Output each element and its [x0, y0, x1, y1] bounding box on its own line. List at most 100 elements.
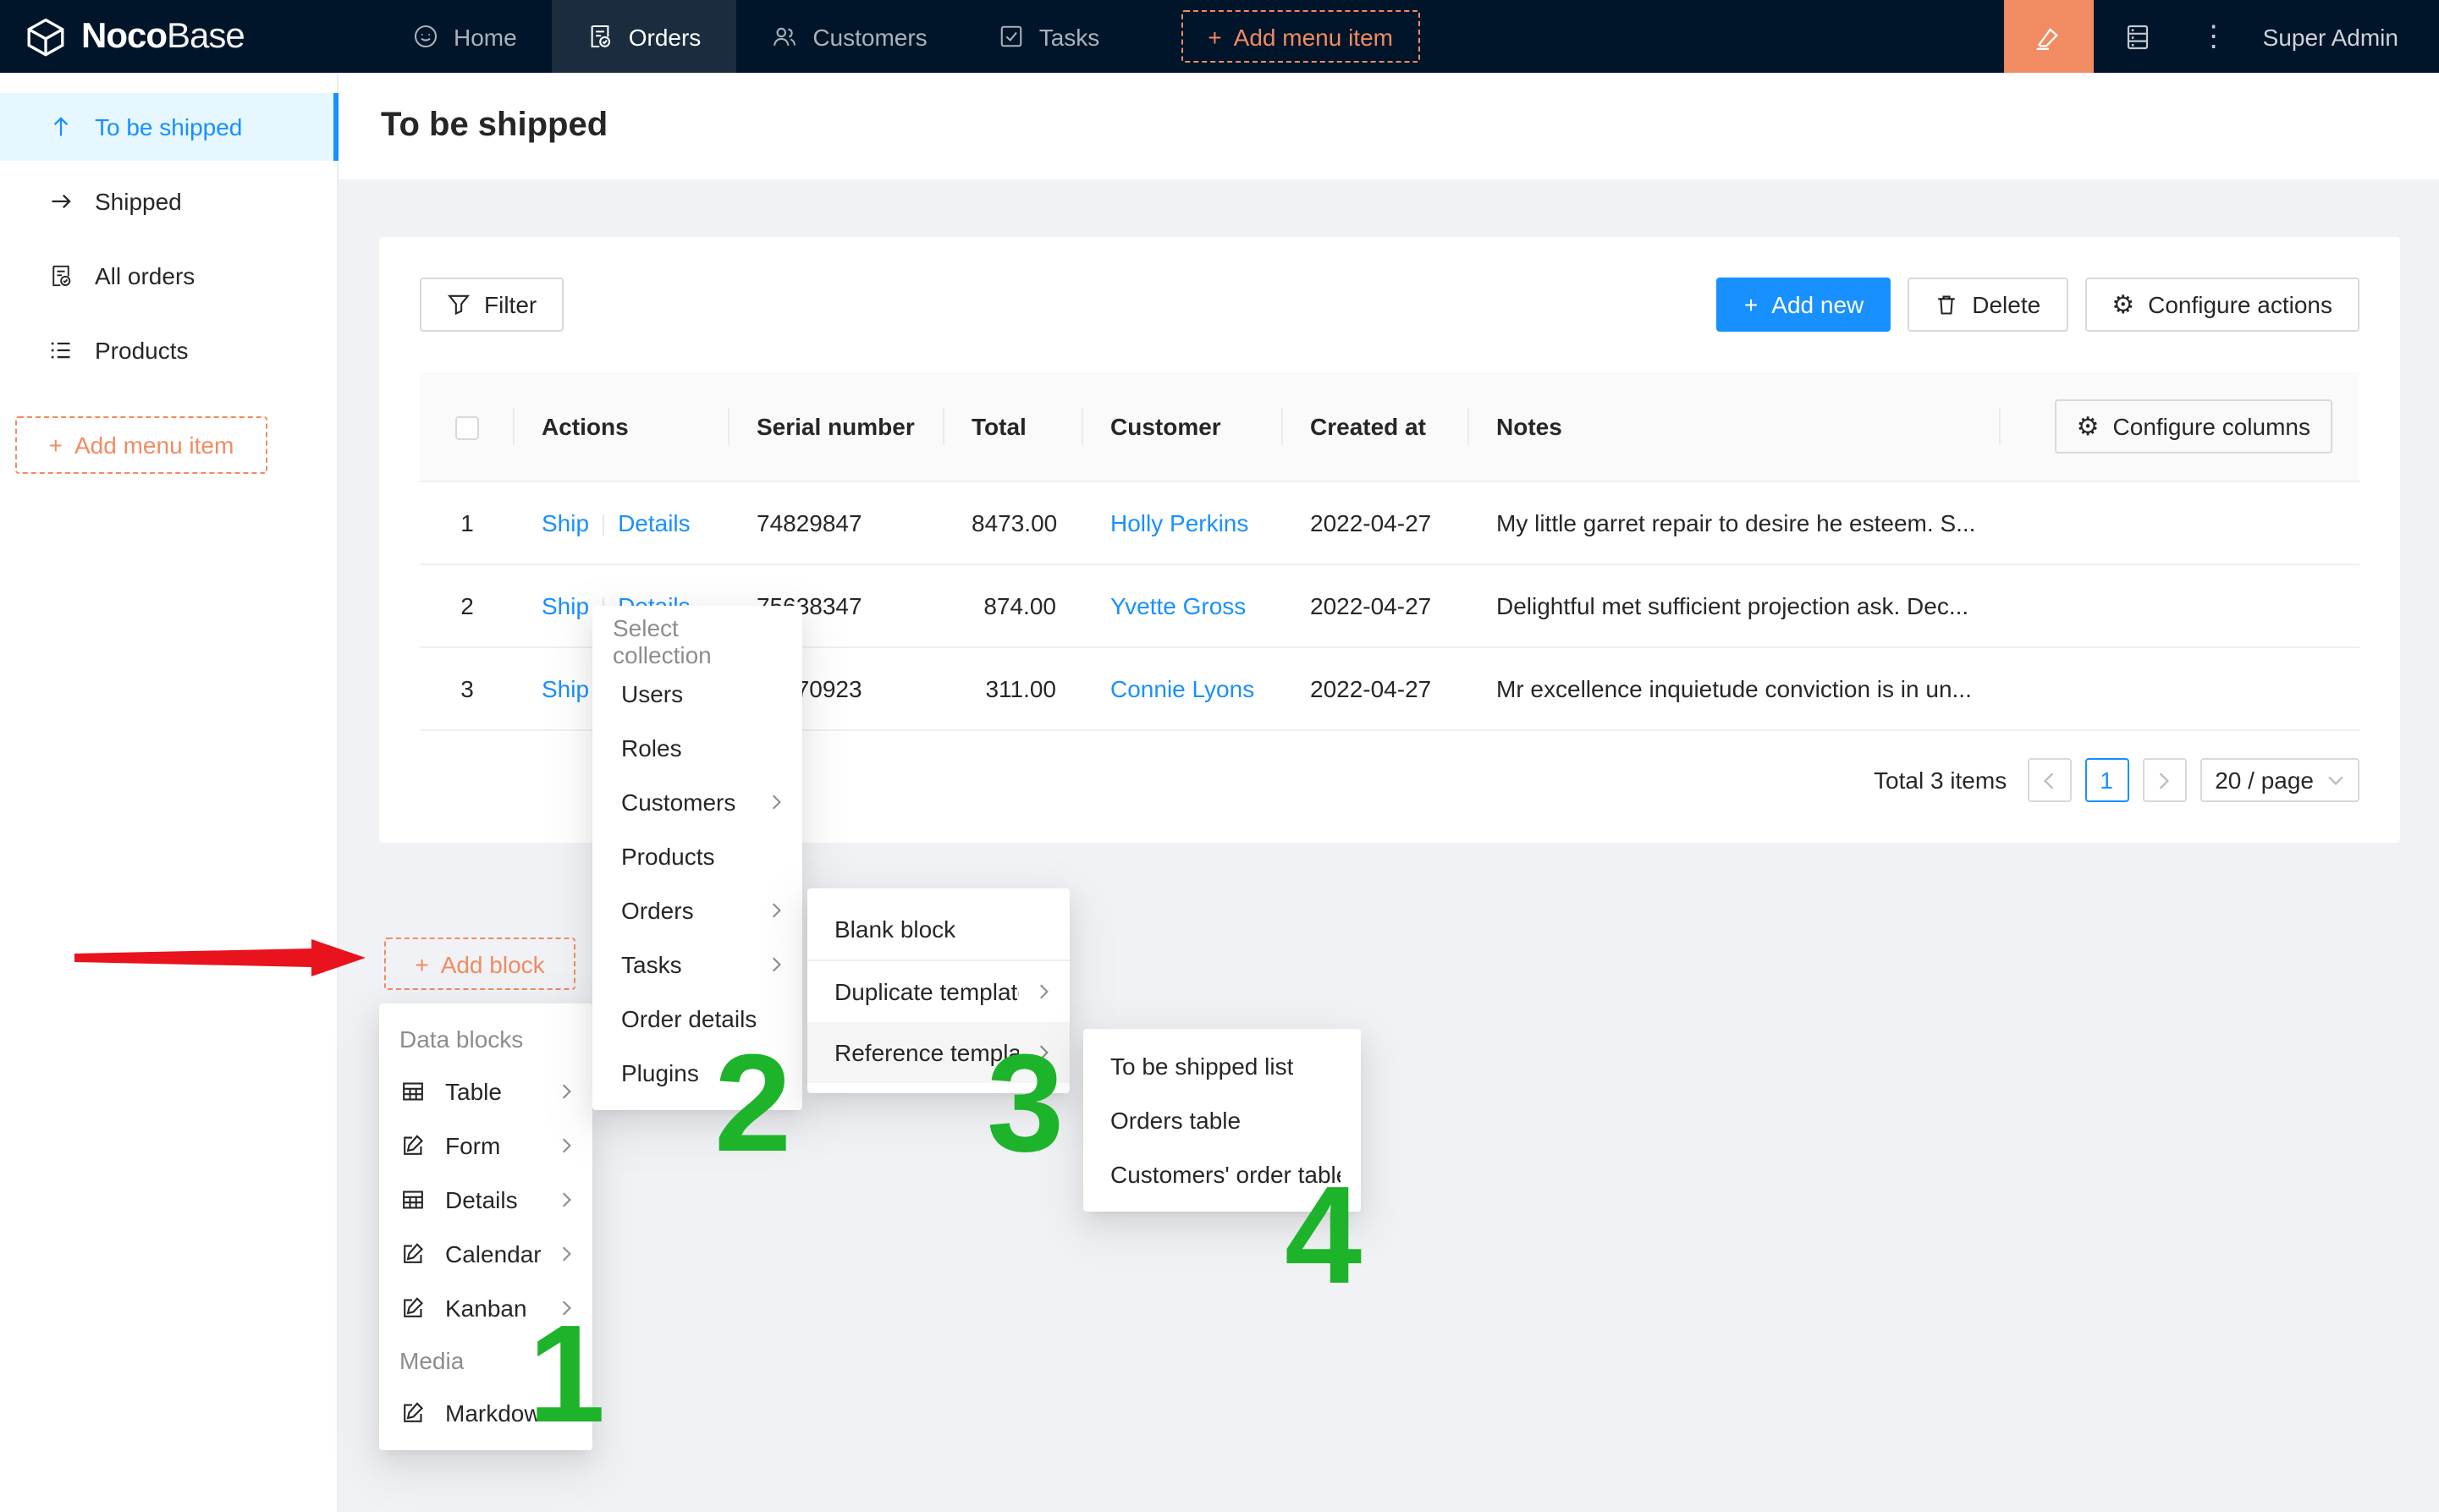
plus-icon: +: [49, 432, 63, 459]
menu-item-blank-block[interactable]: Blank block: [807, 899, 1070, 959]
total-cell: 8473.00: [944, 481, 1083, 564]
details-link[interactable]: Details: [618, 509, 691, 536]
sidebar-item-label: All orders: [95, 262, 195, 289]
sidebar-item-products[interactable]: Products: [0, 316, 337, 384]
menu-item-label: Customers' order table: [1110, 1161, 1341, 1188]
filter-label: Filter: [484, 291, 537, 318]
collection-item-roles[interactable]: Roles: [592, 721, 802, 775]
table-block-icon: [401, 1080, 425, 1103]
filter-button[interactable]: Filter: [420, 278, 564, 332]
created-at-cell: 2022-04-27: [1283, 481, 1469, 564]
filter-funnel-icon: [447, 293, 471, 316]
notes-cell: My little garret repair to desire he est…: [1469, 481, 2001, 564]
pagination-next-button[interactable]: [2142, 758, 2186, 802]
configure-actions-label: Configure actions: [2148, 291, 2332, 318]
chevron-right-icon: [772, 902, 782, 919]
configure-actions-button[interactable]: ⚙ Configure actions: [2084, 278, 2359, 332]
collection-item-order-details[interactable]: Order details: [592, 992, 802, 1046]
nocobase-logo[interactable]: NocoBase: [0, 0, 377, 73]
row-actions: Ship Details: [515, 481, 729, 564]
menu-item-label: Customers: [621, 789, 735, 816]
nav-item-tasks[interactable]: Tasks: [963, 0, 1136, 73]
sidebar-item-label: Products: [95, 337, 189, 364]
created-at-cell: 2022-04-27: [1283, 564, 1469, 647]
menu-item-details[interactable]: Details: [379, 1173, 592, 1227]
collection-item-products[interactable]: Products: [592, 829, 802, 883]
menu-item-label: Kanban: [445, 1295, 527, 1322]
sidebar-item-all-orders[interactable]: All orders: [0, 242, 337, 310]
collection-item-orders[interactable]: Orders: [592, 883, 802, 937]
ship-link[interactable]: Ship: [542, 592, 589, 619]
table-header-row: Actions Serial number Total Customer Cre…: [420, 372, 2359, 481]
delete-button[interactable]: Delete: [1908, 278, 2067, 332]
customer-link[interactable]: Connie Lyons: [1110, 675, 1254, 702]
add-block-button[interactable]: + Add block: [384, 937, 575, 990]
nav-item-label: Customers: [812, 23, 927, 50]
notes-cell: Delightful met sufficient projection ask…: [1469, 564, 2001, 647]
ui-editor-toggle-button[interactable]: [2004, 0, 2094, 73]
chevron-right-icon: [562, 1083, 572, 1100]
menu-item-orders-table[interactable]: Orders table: [1083, 1093, 1361, 1147]
collection-item-users[interactable]: Users: [592, 667, 802, 721]
add-block-menu: Data blocks Table Form Details Calendar …: [379, 1003, 592, 1450]
logo-cube-icon: [25, 16, 66, 57]
nav-item-customers[interactable]: Customers: [736, 0, 962, 73]
logo-text: NocoBase: [81, 16, 245, 57]
collection-item-tasks[interactable]: Tasks: [592, 937, 802, 992]
pagination-total: Total 3 items: [1874, 767, 2007, 794]
menu-item-form[interactable]: Form: [379, 1119, 592, 1173]
sidebar-add-menu-item-label: Add menu item: [74, 432, 234, 459]
add-new-button[interactable]: + Add new: [1717, 278, 1891, 332]
row-index: 1: [420, 481, 515, 564]
file-done-icon: [49, 264, 73, 288]
team-icon: [772, 24, 797, 49]
menu-item-to-be-shipped-list[interactable]: To be shipped list: [1083, 1039, 1361, 1093]
customer-link[interactable]: Holly Perkins: [1110, 509, 1248, 536]
configure-columns-label: Configure columns: [2113, 413, 2310, 440]
sidebar-add-menu-item-button[interactable]: + Add menu item: [15, 416, 267, 474]
select-collection-menu: Select collection Users Roles Customers …: [592, 606, 802, 1110]
calendar-block-icon: [401, 1242, 425, 1266]
collections-database-button[interactable]: [2094, 0, 2182, 73]
nav-item-label: Home: [454, 23, 517, 50]
select-all-checkbox[interactable]: [455, 416, 479, 440]
user-menu-super-admin[interactable]: Super Admin: [2246, 0, 2439, 73]
column-header-actions: Actions: [515, 372, 729, 481]
chevron-right-icon: [562, 1191, 572, 1208]
menu-item-table[interactable]: Table: [379, 1064, 592, 1119]
menu-item-label: Reference template: [834, 1039, 1019, 1066]
menu-item-calendar[interactable]: Calendar: [379, 1227, 592, 1281]
collection-item-plugins[interactable]: Plugins: [592, 1046, 802, 1100]
nav-item-orders[interactable]: Orders: [553, 0, 737, 73]
pagination-prev-button[interactable]: [2027, 758, 2071, 802]
menu-item-label: Form: [445, 1132, 500, 1159]
menu-item-label: Blank block: [834, 915, 955, 943]
configure-columns-button[interactable]: ⚙ Configure columns: [2055, 399, 2332, 454]
sidebar-item-shipped[interactable]: Shipped: [0, 168, 337, 235]
row-index: 2: [420, 564, 515, 647]
table-row: 1 Ship Details 74829847 8473.00 Holly Per…: [420, 481, 2359, 564]
pagination-page-1[interactable]: 1: [2084, 758, 2128, 802]
chevron-right-icon: [1039, 983, 1049, 1000]
sidebar-item-to-be-shipped[interactable]: To be shipped: [0, 93, 337, 161]
more-actions-ellipsis-button[interactable]: ⋮: [2182, 0, 2246, 73]
menu-item-label: Users: [621, 680, 683, 707]
delete-label: Delete: [1972, 291, 2040, 318]
customer-link[interactable]: Yvette Gross: [1110, 592, 1246, 619]
plus-icon: +: [1208, 23, 1221, 50]
menu-item-customers-order-table[interactable]: Customers' order table: [1083, 1147, 1361, 1201]
nav-add-menu-item-button[interactable]: + Add menu item: [1181, 10, 1420, 63]
menu-item-kanban[interactable]: Kanban: [379, 1281, 592, 1335]
menu-item-duplicate-template[interactable]: Duplicate template: [807, 961, 1070, 1022]
created-at-cell: 2022-04-27: [1283, 647, 1469, 730]
menu-item-markdown[interactable]: Markdown: [379, 1386, 592, 1440]
ship-link[interactable]: Ship: [542, 675, 589, 702]
page-size-select[interactable]: 20 / page: [2200, 758, 2359, 802]
page-title: To be shipped: [381, 107, 608, 146]
menu-item-reference-template[interactable]: Reference template: [807, 1022, 1070, 1083]
serial-cell: 74829847: [729, 481, 944, 564]
nav-item-home[interactable]: Home: [377, 0, 553, 73]
collection-item-customers[interactable]: Customers: [592, 775, 802, 829]
form-block-icon: [401, 1134, 425, 1157]
ship-link[interactable]: Ship: [542, 509, 589, 536]
